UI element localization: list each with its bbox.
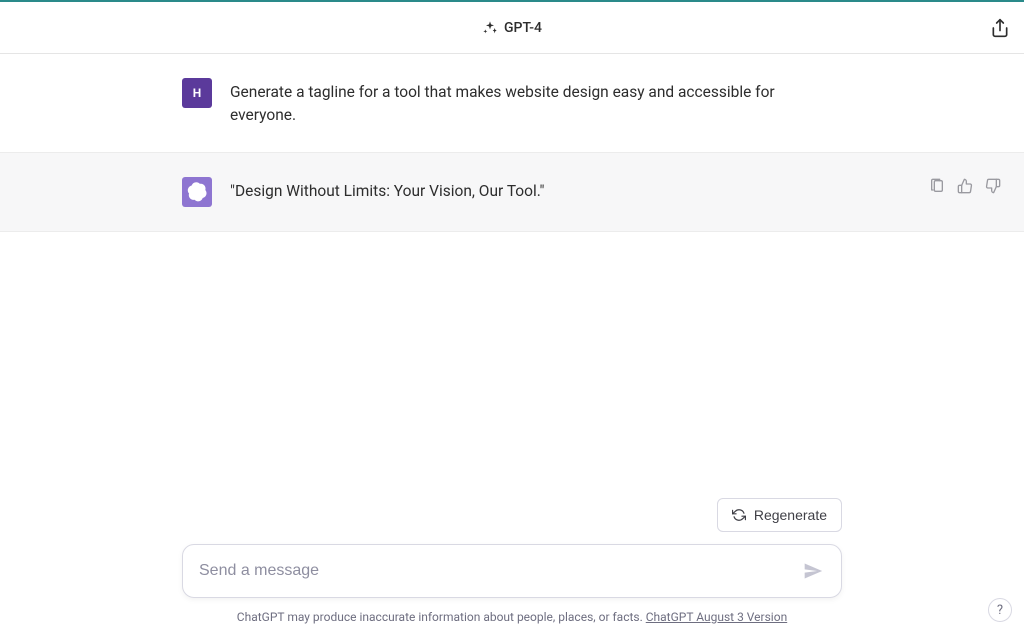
- assistant-message-text: "Design Without Limits: Your Vision, Our…: [230, 177, 842, 207]
- bottom-area: Regenerate ChatGPT may produce inaccurat…: [0, 498, 1024, 634]
- regenerate-button[interactable]: Regenerate: [717, 498, 842, 532]
- regenerate-label: Regenerate: [754, 507, 827, 523]
- user-avatar: H: [182, 78, 212, 108]
- disclaimer-text: ChatGPT may produce inaccurate informati…: [237, 610, 646, 624]
- thumbs-down-button[interactable]: [984, 177, 1002, 195]
- assistant-avatar: [182, 177, 212, 207]
- model-label: GPT-4: [504, 20, 542, 36]
- user-message-row: H Generate a tagline for a tool that mak…: [0, 54, 1024, 152]
- version-link[interactable]: ChatGPT August 3 Version: [646, 610, 787, 624]
- sparkle-icon: [482, 20, 498, 36]
- message-actions: [928, 177, 1002, 195]
- message-input[interactable]: [199, 562, 801, 580]
- send-button[interactable]: [801, 559, 825, 583]
- model-badge: GPT-4: [482, 20, 542, 36]
- message-input-container: [182, 544, 842, 598]
- disclaimer: ChatGPT may produce inaccurate informati…: [0, 610, 1024, 624]
- help-button[interactable]: ?: [988, 598, 1012, 622]
- thumbs-up-button[interactable]: [956, 177, 974, 195]
- share-button[interactable]: [988, 16, 1012, 40]
- user-message-text: Generate a tagline for a tool that makes…: [230, 78, 842, 128]
- header: GPT-4: [0, 2, 1024, 54]
- assistant-message-row: "Design Without Limits: Your Vision, Our…: [0, 152, 1024, 232]
- copy-button[interactable]: [928, 177, 946, 195]
- user-avatar-letter: H: [193, 86, 201, 100]
- help-label: ?: [997, 603, 1003, 618]
- conversation: H Generate a tagline for a tool that mak…: [0, 54, 1024, 232]
